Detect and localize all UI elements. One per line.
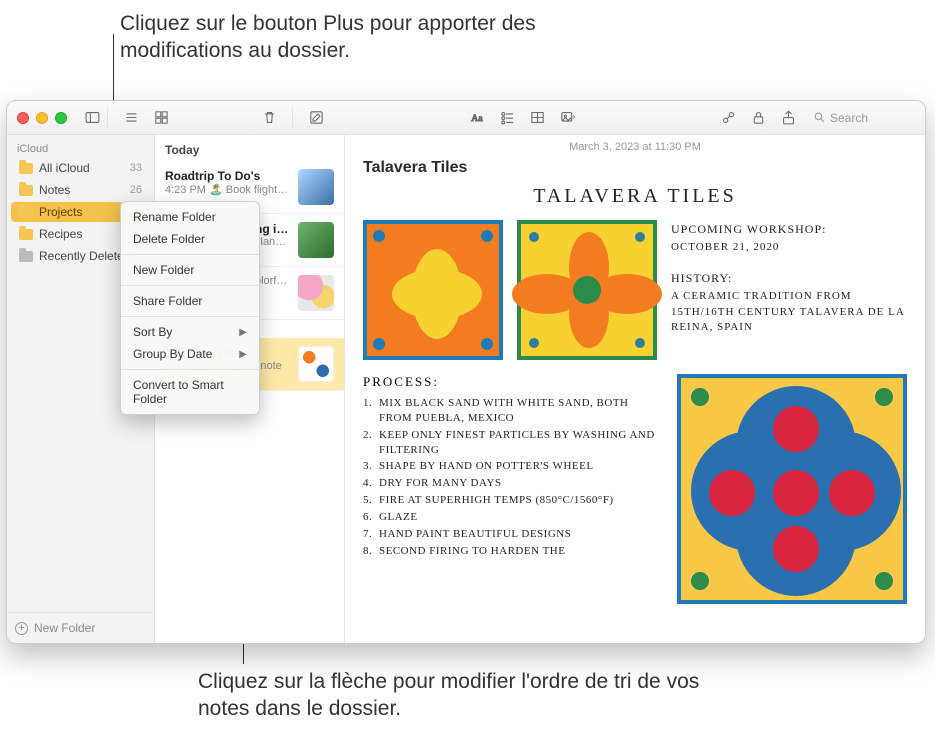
sidebar-item-label: All iCloud bbox=[39, 161, 90, 175]
menu-delete-folder[interactable]: Delete Folder bbox=[121, 228, 259, 250]
window-controls bbox=[7, 112, 77, 124]
menu-divider bbox=[121, 316, 259, 317]
toolbar-divider-2 bbox=[292, 108, 293, 128]
notes-window: Aa Search bbox=[6, 100, 926, 644]
menu-sort-by-label: Sort By bbox=[133, 325, 172, 339]
trash-icon bbox=[19, 251, 33, 262]
callout-top: Cliquez sur le bouton Plus pour apporter… bbox=[120, 10, 640, 65]
menu-divider bbox=[121, 369, 259, 370]
note-thumbnail bbox=[298, 346, 334, 382]
titlebar: Aa Search bbox=[7, 101, 925, 135]
toggle-sidebar-icon[interactable] bbox=[81, 107, 103, 129]
media-menu-icon[interactable] bbox=[556, 107, 578, 129]
sidebar-item-notes[interactable]: Notes 26 bbox=[11, 180, 150, 200]
search-field[interactable]: Search bbox=[807, 109, 917, 127]
lock-note-icon[interactable] bbox=[747, 107, 769, 129]
search-placeholder: Search bbox=[830, 111, 868, 125]
process-step: Hand paint beautiful designs bbox=[363, 527, 659, 542]
note-editor: March 3, 2023 at 11:30 PM Talavera Tiles… bbox=[345, 135, 925, 643]
note-thumbnail bbox=[298, 169, 334, 205]
process-step: Keep only finest particles by washing an… bbox=[363, 428, 659, 458]
note-subtitle: 4:23 PM 🏝️ Book flights 🏝️ … bbox=[165, 183, 290, 196]
menu-new-folder[interactable]: New Folder bbox=[121, 259, 259, 281]
compose-note-icon[interactable] bbox=[305, 107, 327, 129]
process-step: Mix black sand with white sand, both fro… bbox=[363, 396, 659, 426]
menu-divider bbox=[121, 254, 259, 255]
workshop-label: UPCOMING WORKSHOP: bbox=[671, 220, 907, 238]
note-title: ng ideas bbox=[255, 222, 290, 236]
sidebar-section-label: iCloud bbox=[7, 135, 154, 157]
process-step: Second firing to harden the bbox=[363, 544, 659, 559]
view-gallery-icon[interactable] bbox=[150, 107, 172, 129]
note-body[interactable]: TALAVERA TILES UPCOMING WORKSHOP: OCTOBE… bbox=[345, 179, 925, 643]
toolbar-divider bbox=[107, 108, 108, 128]
tile-illustration-2 bbox=[517, 220, 657, 360]
plus-circle-icon: + bbox=[15, 622, 28, 635]
folder-icon bbox=[19, 185, 33, 196]
folder-context-menu: Rename Folder Delete Folder New Folder S… bbox=[120, 201, 260, 415]
chevron-right-icon: ▶ bbox=[239, 349, 247, 360]
process-label: PROCESS: bbox=[363, 374, 659, 390]
fullscreen-window-button[interactable] bbox=[55, 112, 67, 124]
note-title: Roadtrip To Do's bbox=[165, 169, 290, 183]
workshop-date: OCTOBER 21, 2020 bbox=[671, 240, 907, 255]
sidebar-item-count: 26 bbox=[130, 184, 142, 196]
menu-convert-smart-folder[interactable]: Convert to Smart Folder bbox=[121, 374, 259, 410]
menu-group-by-date[interactable]: Group By Date ▶ bbox=[121, 343, 259, 365]
sidebar-item-label: Projects bbox=[39, 205, 82, 219]
note-thumbnail bbox=[298, 275, 334, 311]
link-note-icon[interactable] bbox=[717, 107, 739, 129]
process-list: Mix black sand with white sand, both fro… bbox=[363, 396, 659, 558]
menu-sort-by[interactable]: Sort By ▶ bbox=[121, 321, 259, 343]
svg-text:Aa: Aa bbox=[471, 113, 483, 124]
process-step: Glaze bbox=[363, 510, 659, 525]
close-window-button[interactable] bbox=[17, 112, 29, 124]
note-subtitle: olorful a… bbox=[255, 275, 290, 287]
sidebar-item-label: Recently Deleted bbox=[39, 249, 130, 263]
note-list-header: Today bbox=[155, 135, 344, 161]
note-subtitle: sland… bbox=[255, 236, 290, 248]
search-icon bbox=[813, 111, 826, 124]
hand-title: TALAVERA TILES bbox=[363, 185, 907, 208]
history-body: A CERAMIC TRADITION FROM 15TH/16TH CENTU… bbox=[671, 289, 907, 335]
menu-group-by-date-label: Group By Date bbox=[133, 347, 212, 361]
view-list-icon[interactable] bbox=[120, 107, 142, 129]
delete-note-icon[interactable] bbox=[258, 107, 280, 129]
minimize-window-button[interactable] bbox=[36, 112, 48, 124]
tile-illustration-3 bbox=[677, 374, 907, 604]
menu-share-folder[interactable]: Share Folder bbox=[121, 290, 259, 312]
process-step: Dry for many days bbox=[363, 476, 659, 491]
new-folder-label: New Folder bbox=[34, 621, 95, 635]
note-thumbnail bbox=[298, 222, 334, 258]
process-step: Shape by hand on potter's wheel bbox=[363, 459, 659, 474]
sidebar-item-label: Recipes bbox=[39, 227, 82, 241]
note-timestamp: March 3, 2023 at 11:30 PM bbox=[345, 135, 925, 155]
table-icon[interactable] bbox=[526, 107, 548, 129]
process-step: Fire at superhigh temps (850°C/1560°F) bbox=[363, 493, 659, 508]
checklist-icon[interactable] bbox=[496, 107, 518, 129]
chevron-right-icon: ▶ bbox=[239, 327, 247, 338]
note-title-heading[interactable]: Talavera Tiles bbox=[345, 155, 925, 179]
sidebar-item-count: 33 bbox=[130, 162, 142, 174]
callout-bottom: Cliquez sur la flèche pour modifier l'or… bbox=[198, 668, 718, 723]
format-text-icon[interactable]: Aa bbox=[466, 107, 488, 129]
new-folder-button[interactable]: + New Folder bbox=[7, 612, 154, 643]
folder-icon bbox=[19, 229, 33, 240]
folder-icon bbox=[19, 207, 33, 218]
menu-rename-folder[interactable]: Rename Folder bbox=[121, 206, 259, 228]
sidebar-item-all-icloud[interactable]: All iCloud 33 bbox=[11, 158, 150, 178]
tile-illustration-1 bbox=[363, 220, 503, 360]
history-label: HISTORY: bbox=[671, 269, 907, 287]
share-icon[interactable] bbox=[777, 107, 799, 129]
menu-divider bbox=[121, 285, 259, 286]
sidebar-item-label: Notes bbox=[39, 183, 70, 197]
folder-icon bbox=[19, 163, 33, 174]
